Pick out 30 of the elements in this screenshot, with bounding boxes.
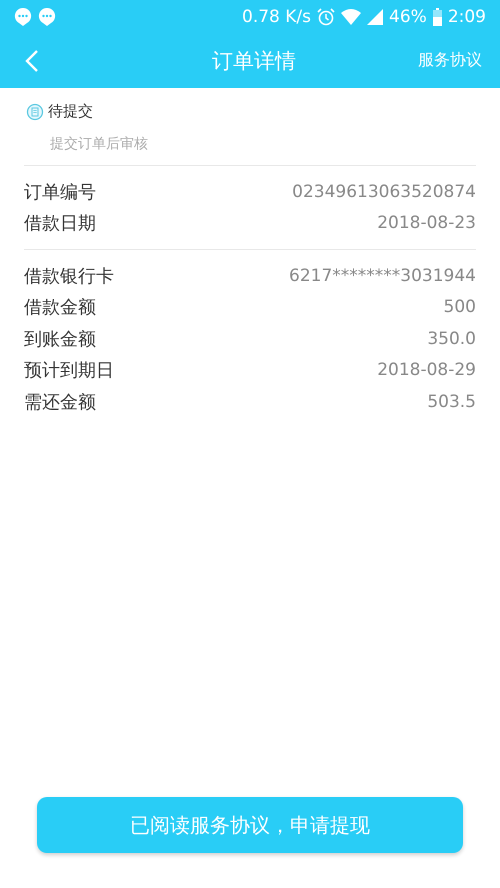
field-label: 借款金额 <box>24 296 96 320</box>
chat-icon <box>38 6 56 26</box>
field-value: 02349613063520874 <box>292 182 476 202</box>
document-icon <box>26 102 44 120</box>
field-label: 预计到期日 <box>24 359 114 382</box>
battery-icon <box>432 8 442 26</box>
service-agreement-link[interactable]: 服务协议 <box>418 50 482 71</box>
field-value: 503.5 <box>427 392 476 412</box>
field-value: 6217********3031944 <box>289 266 476 286</box>
field-label: 借款日期 <box>24 212 96 236</box>
network-speed: 0.78 K/s <box>242 6 312 26</box>
field-value: 2018-08-29 <box>377 360 476 380</box>
field-label: 借款银行卡 <box>24 264 114 288</box>
signal-icon <box>367 8 384 24</box>
field-value: 500 <box>444 297 476 318</box>
field-label: 订单编号 <box>24 180 96 204</box>
battery-level: 46% <box>389 6 427 26</box>
page-title: 订单详情 <box>211 48 297 74</box>
chat-icon <box>14 6 32 26</box>
field-label: 到账金额 <box>24 328 96 351</box>
field-label: 需还金额 <box>24 390 96 414</box>
status-hint: 提交订单后审核 <box>50 135 149 153</box>
wifi-icon <box>341 8 362 24</box>
apply-withdrawal-button[interactable]: 已阅读服务协议，申请提现 <box>37 797 463 853</box>
field-value: 350.0 <box>427 328 476 349</box>
field-value: 2018-08-23 <box>377 213 476 234</box>
alarm-icon <box>317 8 336 26</box>
clock-time: 2:09 <box>448 6 486 26</box>
back-icon[interactable] <box>24 48 40 72</box>
order-status: 待提交 <box>48 102 93 121</box>
